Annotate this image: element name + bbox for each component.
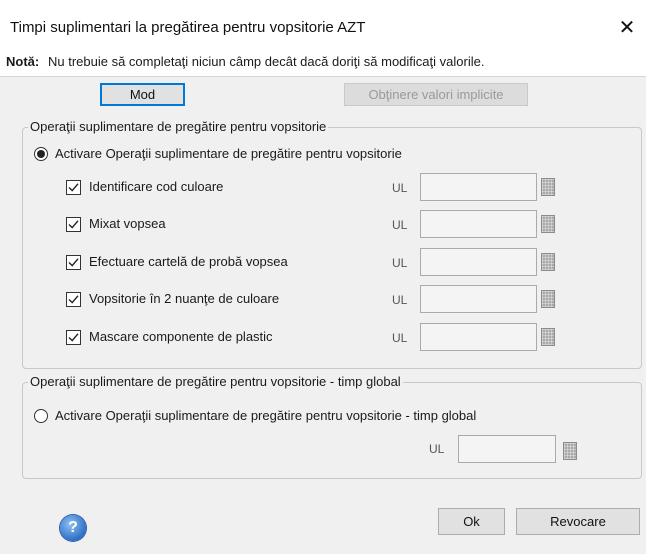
value-input-test-card[interactable] xyxy=(420,248,537,276)
cancel-button[interactable]: Revocare xyxy=(516,508,640,535)
value-input-two-tone[interactable] xyxy=(420,285,537,313)
checkmark-icon xyxy=(68,295,79,304)
checkbox-mix-paint[interactable] xyxy=(66,217,81,232)
background-window-strip xyxy=(0,0,646,10)
checkbox-test-card[interactable] xyxy=(66,255,81,270)
title-bar: Timpi suplimentari la pregătirea pentru … xyxy=(0,10,646,43)
dialog-title: Timpi suplimentari la pregătirea pentru … xyxy=(10,19,366,36)
picker-grid-icon[interactable] xyxy=(541,215,555,233)
checkbox-mask-plastic[interactable] xyxy=(66,330,81,345)
activate-global-time-radio[interactable] xyxy=(34,409,48,423)
activate-operations-label: Activare Operaţii suplimentare de pregăt… xyxy=(55,146,402,161)
note-text: Nu trebuie să completaţi niciun câmp dec… xyxy=(48,54,485,69)
value-input-identify-color-code[interactable] xyxy=(420,173,537,201)
picker-grid-icon[interactable] xyxy=(563,442,577,460)
dialog: Timpi suplimentari la pregătirea pentru … xyxy=(0,10,646,554)
note-bar: Notă: Nu trebuie să completaţi niciun câ… xyxy=(0,43,646,77)
unit-label: UL xyxy=(392,218,408,232)
get-defaults-button[interactable]: Obţinere valori implicite xyxy=(344,83,528,106)
checkmark-icon xyxy=(68,183,79,192)
checkmark-icon xyxy=(68,220,79,229)
help-icon[interactable]: ? xyxy=(60,515,86,541)
unit-label: UL xyxy=(392,331,408,345)
value-input-global-time[interactable] xyxy=(458,435,556,463)
mod-button[interactable]: Mod xyxy=(100,83,185,106)
close-icon[interactable]: ✕ xyxy=(614,14,640,40)
group1-title: Operaţii suplimentare de pregătire pentr… xyxy=(28,119,329,134)
checkmark-icon xyxy=(68,258,79,267)
unit-label: UL xyxy=(429,442,445,456)
value-input-mix-paint[interactable] xyxy=(420,210,537,238)
activate-operations-radio[interactable] xyxy=(34,147,48,161)
picker-grid-icon[interactable] xyxy=(541,253,555,271)
unit-label: UL xyxy=(392,181,408,195)
item-label-mask-plastic: Mascare componente de plastic xyxy=(89,329,273,344)
picker-grid-icon[interactable] xyxy=(541,290,555,308)
unit-label: UL xyxy=(392,256,408,270)
item-label-mix-paint: Mixat vopsea xyxy=(89,216,166,231)
checkbox-two-tone[interactable] xyxy=(66,292,81,307)
global-time-group xyxy=(22,382,642,479)
checkbox-identify-color-code[interactable] xyxy=(66,180,81,195)
group2-title: Operaţii suplimentare de pregătire pentr… xyxy=(28,374,403,389)
item-label-test-card: Efectuare cartelă de probă vopsea xyxy=(89,254,288,269)
unit-label: UL xyxy=(392,293,408,307)
item-label-identify-color-code: Identificare cod culoare xyxy=(89,179,224,194)
item-label-two-tone: Vopsitorie în 2 nuanţe de culoare xyxy=(89,291,280,306)
ok-button[interactable]: Ok xyxy=(438,508,505,535)
activate-global-time-label: Activare Operaţii suplimentare de pregăt… xyxy=(55,408,477,423)
value-input-mask-plastic[interactable] xyxy=(420,323,537,351)
note-label: Notă: xyxy=(6,54,40,69)
checkmark-icon xyxy=(68,333,79,342)
picker-grid-icon[interactable] xyxy=(541,178,555,196)
picker-grid-icon[interactable] xyxy=(541,328,555,346)
